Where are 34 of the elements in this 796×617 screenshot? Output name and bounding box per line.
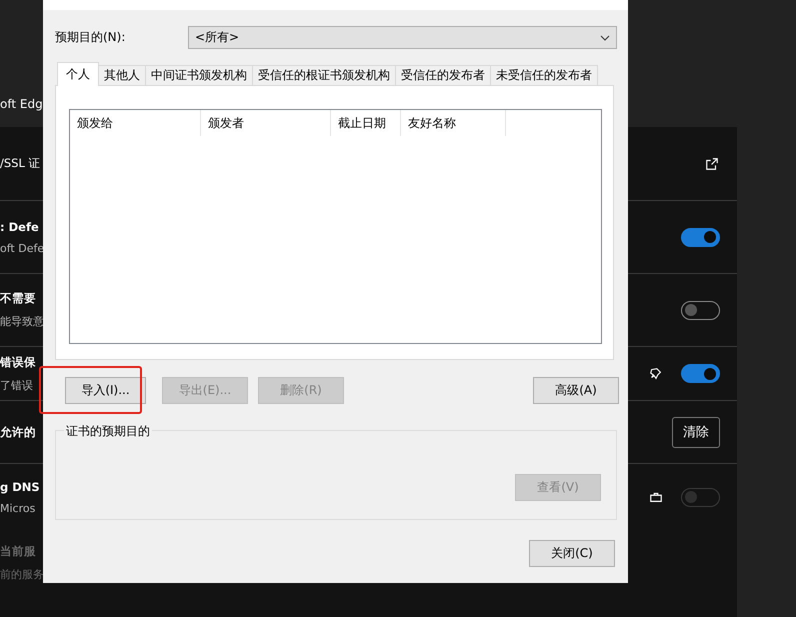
setting-description: 前的服务: [0, 566, 44, 582]
certificate-tab[interactable]: 个人: [57, 62, 99, 86]
briefcase-icon: [649, 490, 663, 504]
setting-description: 能导致意: [0, 314, 44, 329]
certificate-list[interactable]: 颁发给 颁发者 截止日期 友好名称: [69, 109, 602, 344]
column-header[interactable]: 截止日期: [331, 110, 401, 136]
setting-title: 不需要: [0, 291, 36, 306]
setting-description: Micros: [0, 502, 36, 514]
group-title: 证书的预期目的: [64, 423, 152, 440]
setting-description: 了错误: [0, 378, 33, 392]
certificate-action-button[interactable]: 导入(I)...: [65, 377, 146, 404]
toggle-switch[interactable]: [681, 364, 720, 383]
setting-title: /SSL 证: [0, 156, 41, 171]
column-header[interactable]: 颁发者: [201, 110, 331, 136]
column-header[interactable]: 友好名称: [401, 110, 506, 136]
setting-title: 错误保: [0, 354, 36, 370]
clear-button[interactable]: 清除: [672, 416, 720, 448]
setting-title: 允许的: [0, 424, 36, 440]
column-header[interactable]: 颁发给: [70, 110, 201, 136]
toggle-switch[interactable]: [681, 300, 720, 320]
close-button[interactable]: 关闭(C): [529, 540, 615, 567]
chevron-down-icon: [600, 34, 610, 40]
setting-title: g DNS: [0, 480, 40, 494]
purpose-dropdown[interactable]: <所有>: [188, 26, 617, 49]
setting-title: : Defe: [0, 220, 39, 234]
external-link-icon: [705, 156, 719, 170]
setting-description: oft Defe: [0, 242, 44, 254]
toggle-switch[interactable]: [681, 228, 720, 246]
page-heading: oft Edg: [0, 97, 43, 111]
advanced-button[interactable]: 高级(A): [533, 377, 619, 404]
pin-icon: [649, 366, 663, 380]
purpose-label: 预期目的(N):: [55, 29, 126, 46]
certificate-tab[interactable]: 未受信任的发布者: [490, 65, 598, 86]
setting-title: 当前服: [0, 544, 36, 558]
